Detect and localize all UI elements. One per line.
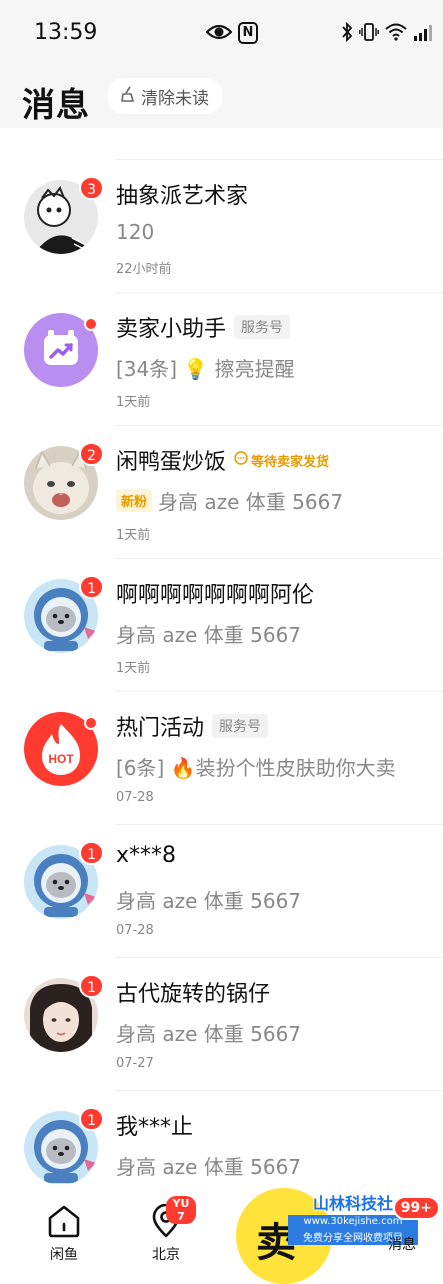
message-time: 1天前	[116, 391, 150, 410]
message-preview: 身高 aze 体重 5667	[116, 619, 301, 648]
unread-badge: 1	[79, 841, 104, 865]
tab-messages-label: 消息	[372, 1234, 432, 1254]
avatar-container: 1	[24, 1111, 98, 1185]
message-time: 07-28	[116, 923, 154, 938]
message-text: [6条] 🔥装扮个性皮肤助你大卖	[116, 752, 396, 781]
avatar-container: 1	[24, 579, 98, 653]
name-line: 啊啊啊啊啊啊啊阿伦	[116, 577, 314, 609]
tab-city[interactable]: YU 7 北京	[136, 1204, 196, 1264]
message-time: 07-28	[116, 790, 154, 805]
wifi-icon	[385, 23, 407, 45]
message-time: 07-27	[116, 1056, 154, 1071]
bottom-tab-bar: 闲鱼 YU 7 北京 卖 闲 山林科技社 www.30kejishe.com 免…	[0, 1184, 443, 1280]
conversation-row[interactable]: 3 抽象派艺术家 120 22小时前	[0, 160, 443, 293]
message-time: 1天前	[116, 657, 150, 676]
location-icon	[148, 1223, 184, 1242]
signal-icon	[413, 23, 435, 45]
tab-home-label: 闲鱼	[34, 1244, 94, 1264]
service-tag: 服务号	[234, 315, 290, 339]
message-text: 身高 aze 体重 5667	[116, 619, 301, 648]
unread-badge: 1	[79, 575, 104, 599]
header: 消息 清除未读	[0, 68, 443, 128]
conversation-row[interactable]: HOT 热门活动 服务号 [6条] 🔥装扮个性皮肤助你大卖 07-28	[0, 692, 443, 825]
top-area: 13:59 N 消息 清除未读	[0, 0, 443, 128]
tab-city-label: 北京	[136, 1244, 196, 1264]
message-preview: 120	[116, 220, 154, 244]
messages-badge: 99+	[393, 1196, 440, 1220]
message-preview: 身高 aze 体重 5667	[116, 1151, 301, 1180]
name-line: 热门活动 服务号	[116, 710, 268, 742]
contact-name: 卖家小助手	[116, 311, 226, 343]
unread-badge: 1	[79, 974, 104, 998]
eye-icon	[206, 22, 232, 46]
unread-dot	[84, 716, 98, 730]
contact-name: 抽象派艺术家	[116, 178, 248, 210]
conversation-row[interactable]: 1 x***8 身高 aze 体重 5667 07-28	[0, 825, 443, 958]
hot-label: HOT	[48, 752, 74, 766]
unread-badge: 2	[79, 442, 104, 466]
order-status-label: 等待卖家发货	[251, 451, 329, 470]
unread-badge: 3	[79, 176, 104, 200]
nfc-icon: N	[238, 22, 258, 44]
tab-messages[interactable]: 99+ 消息	[372, 1232, 432, 1254]
message-text: 身高 aze 体重 5667	[116, 885, 301, 914]
contact-name: 闲鸭蛋炒饭	[116, 444, 226, 476]
message-time: 1天前	[116, 524, 150, 543]
avatar-container: 2	[24, 446, 98, 520]
clear-unread-label: 清除未读	[141, 84, 209, 109]
message-text: 120	[116, 220, 154, 244]
message-text: 身高 aze 体重 5667	[116, 1151, 301, 1180]
name-line: 抽象派艺术家	[116, 178, 248, 210]
conversation-row[interactable]: 1 古代旋转的锅仔 身高 aze 体重 5667 07-27	[0, 958, 443, 1091]
status-icons	[341, 22, 435, 46]
status-time: 13:59	[34, 20, 97, 45]
contact-name: 啊啊啊啊啊啊啊阿伦	[116, 577, 314, 609]
status-bar: 13:59 N	[0, 0, 443, 68]
bluetooth-icon	[341, 22, 353, 46]
clear-unread-button[interactable]: 清除未读	[107, 78, 223, 114]
city-badge: YU 7	[166, 1196, 196, 1224]
avatar-container	[24, 313, 98, 387]
message-preview: 身高 aze 体重 5667	[116, 885, 301, 914]
avatar-container: 3	[24, 180, 98, 254]
name-line: x***8	[116, 843, 176, 868]
broom-icon	[119, 85, 137, 108]
name-line: 我***止	[116, 1109, 193, 1141]
conversation-row[interactable]: 卖家小助手 服务号 [34条] 💡 擦亮提醒 1天前	[0, 293, 443, 426]
name-line: 卖家小助手 服务号	[116, 311, 290, 343]
order-status-tag: 等待卖家发货	[234, 451, 329, 470]
message-preview: 新粉 身高 aze 体重 5667	[116, 486, 343, 515]
contact-name: 热门活动	[116, 710, 204, 742]
service-tag: 服务号	[212, 714, 268, 738]
clock-icon	[234, 451, 248, 469]
message-preview: [6条] 🔥装扮个性皮肤助你大卖	[116, 752, 396, 781]
vibrate-icon	[359, 22, 379, 46]
contact-name: 我***止	[116, 1109, 193, 1141]
tab-home[interactable]: 闲鱼	[34, 1204, 94, 1264]
avatar-container: HOT	[24, 712, 98, 786]
unread-badge: 1	[79, 1107, 104, 1131]
contact-name: x***8	[116, 843, 176, 868]
conversation-row[interactable]: 2 闲鸭蛋炒饭 等待卖家发货 新粉 身高 aze 体重 5667 1天前	[0, 426, 443, 559]
message-text: [34条] 💡 擦亮提醒	[116, 353, 295, 382]
home-icon	[46, 1223, 82, 1242]
avatar-container: 1	[24, 845, 98, 919]
message-text: 身高 aze 体重 5667	[116, 1018, 301, 1047]
message-time: 22小时前	[116, 258, 172, 277]
name-line: 闲鸭蛋炒饭 等待卖家发货	[116, 444, 329, 476]
message-list: 3 抽象派艺术家 120 22小时前 卖家小助手 服务号 [34条] 💡 擦亮提…	[0, 159, 443, 1224]
contact-name: 古代旋转的锅仔	[116, 976, 270, 1008]
name-line: 古代旋转的锅仔	[116, 976, 270, 1008]
avatar-container: 1	[24, 978, 98, 1052]
new-fan-tag: 新粉	[116, 489, 152, 512]
message-text: 身高 aze 体重 5667	[158, 486, 343, 515]
message-preview: 身高 aze 体重 5667	[116, 1018, 301, 1047]
message-preview: [34条] 💡 擦亮提醒	[116, 353, 295, 382]
conversation-row[interactable]: 1 啊啊啊啊啊啊啊阿伦 身高 aze 体重 5667 1天前	[0, 559, 443, 692]
page-title: 消息	[22, 78, 90, 126]
unread-dot	[84, 317, 98, 331]
